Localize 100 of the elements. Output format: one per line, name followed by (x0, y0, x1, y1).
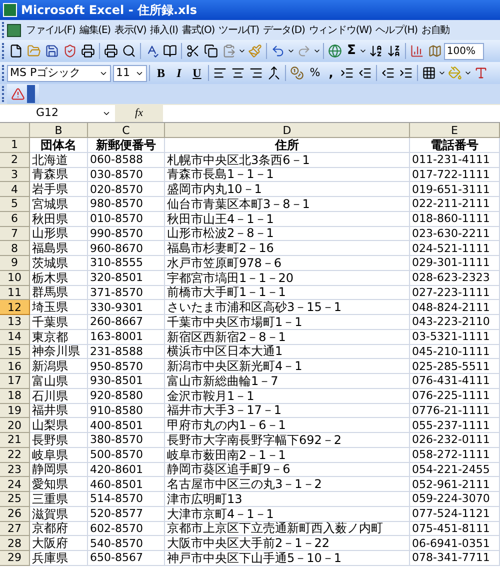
currency-icon[interactable] (288, 64, 306, 82)
row-header[interactable]: 27 (0, 522, 30, 536)
hyperlink-icon[interactable] (326, 42, 344, 60)
table-cell: 018-860-1111 (410, 212, 500, 226)
row-header[interactable]: 8 (0, 241, 30, 256)
function-button[interactable]: fx (115, 104, 163, 122)
table-cell: 910-8580 (88, 404, 165, 418)
table-cell: 030-8570 (88, 168, 165, 182)
row-header[interactable]: 12 (0, 300, 30, 315)
menu-item[interactable]: ファイル(F) (24, 22, 78, 38)
table-cell: 横浜市中区日本大通1 (165, 344, 410, 360)
table-cell: 大阪府 (30, 536, 88, 551)
copy-icon[interactable] (202, 42, 220, 60)
row-header[interactable]: 1 (0, 138, 30, 153)
row-header[interactable]: 6 (0, 212, 30, 226)
print-icon[interactable] (102, 42, 120, 60)
font-size-field[interactable]: 11 (113, 64, 147, 82)
borders-icon[interactable] (420, 64, 438, 82)
row-header[interactable]: 5 (0, 197, 30, 212)
table-cell: 330-9301 (88, 300, 165, 315)
table-cell: 022-211-2111 (410, 197, 500, 212)
row-header[interactable]: 18 (0, 388, 30, 404)
row-header[interactable]: 10 (0, 270, 30, 286)
autosum-dropdown[interactable] (358, 47, 367, 55)
workbook-icon[interactable] (7, 24, 21, 36)
table-cell: 990-8570 (88, 226, 165, 242)
table-cell: 仙台市青葉区本町3－8－1 (165, 197, 410, 212)
table-cell: 520-8577 (88, 506, 165, 522)
row-header[interactable]: 3 (0, 168, 30, 182)
menu-item[interactable]: 編集(E) (77, 22, 112, 38)
borders-dropdown[interactable] (438, 69, 446, 77)
table-cell: 金沢市鞍月1－1 (165, 388, 410, 404)
table-cell: 076-225-1111 (410, 388, 500, 404)
fill-color-icon[interactable] (446, 64, 464, 82)
percent-button[interactable]: % (306, 64, 324, 82)
table-cell: 長野県 (30, 433, 88, 448)
row-header[interactable]: 21 (0, 433, 30, 448)
printer-icon[interactable] (79, 42, 97, 60)
table-cell: 宮城県 (30, 197, 88, 212)
table-cell: 津市広明町13 (165, 492, 410, 507)
row-header[interactable]: 26 (0, 506, 30, 522)
menu-item[interactable]: 書式(O) (180, 22, 217, 38)
autosum-button[interactable]: Σ (344, 41, 359, 61)
row-header[interactable]: 2 (0, 152, 30, 168)
table-cell: 320-8501 (88, 270, 165, 286)
paste-dropdown[interactable] (238, 47, 246, 55)
table-cell: 054-221-2455 (410, 462, 500, 478)
row-header[interactable]: 23 (0, 462, 30, 478)
column-title: 電話番号 (410, 138, 500, 153)
menu-item[interactable]: ツール(T) (216, 22, 261, 38)
comma-button[interactable]: , (324, 64, 338, 82)
menu-item[interactable]: ウィンドウ(W) (306, 22, 374, 38)
underline-button[interactable]: U (188, 64, 206, 82)
row-header[interactable]: 16 (0, 359, 30, 374)
table-cell: 231-8588 (88, 344, 165, 360)
column-title: 新郵便番号 (88, 138, 165, 153)
row-header[interactable]: 25 (0, 492, 30, 507)
table-cell: 950-8570 (88, 359, 165, 374)
italic-button[interactable]: I (170, 64, 188, 82)
row-header[interactable]: 22 (0, 448, 30, 462)
row-header[interactable]: 11 (0, 286, 30, 300)
redo-dropdown[interactable] (313, 47, 321, 55)
fill-color-dropdown[interactable] (464, 69, 472, 77)
undo-dropdown[interactable] (287, 47, 295, 55)
row-header[interactable]: 4 (0, 182, 30, 197)
column-title: 住所 (165, 138, 410, 153)
row-header[interactable]: 13 (0, 315, 30, 330)
save-icon[interactable] (43, 42, 61, 60)
column-header[interactable]: D (165, 123, 410, 138)
table-cell: 新潟県 (30, 359, 88, 374)
table-cell: 010-8570 (88, 212, 165, 226)
table-cell: 027-223-1111 (410, 286, 500, 300)
row-header[interactable]: 28 (0, 536, 30, 551)
menu-item[interactable]: データ(D) (260, 22, 307, 38)
print-preview-icon[interactable] (120, 42, 138, 60)
menu-item[interactable]: 挿入(I) (148, 22, 180, 38)
column-header[interactable]: E (410, 123, 500, 138)
zoom-field[interactable]: 100% (444, 42, 484, 60)
row-header[interactable]: 20 (0, 418, 30, 433)
row-header[interactable]: 15 (0, 344, 30, 360)
column-header[interactable]: B (30, 123, 88, 138)
bold-button[interactable]: B (152, 64, 170, 82)
table-cell: 福島県 (30, 241, 88, 256)
row-header[interactable]: 7 (0, 226, 30, 242)
font-field[interactable]: MS Pゴシック (7, 64, 111, 82)
table-cell: 260-8667 (88, 315, 165, 330)
table-cell: 052-961-2111 (410, 477, 500, 492)
menu-item[interactable]: お自動 (419, 22, 452, 38)
row-header[interactable]: 17 (0, 374, 30, 389)
menu-item[interactable]: ヘルプ(H) (374, 22, 420, 38)
name-box[interactable]: G12 (0, 104, 115, 122)
row-header[interactable]: 29 (0, 551, 30, 566)
row-header[interactable]: 19 (0, 404, 30, 418)
menu-item[interactable]: 表示(V) (112, 22, 148, 38)
table-cell: 新潟市中央区新光町4－1 (165, 359, 410, 374)
row-header[interactable]: 9 (0, 256, 30, 271)
row-header[interactable]: 14 (0, 330, 30, 344)
row-header[interactable]: 24 (0, 477, 30, 492)
column-header[interactable]: C (88, 123, 165, 138)
formula-field[interactable] (163, 104, 500, 122)
